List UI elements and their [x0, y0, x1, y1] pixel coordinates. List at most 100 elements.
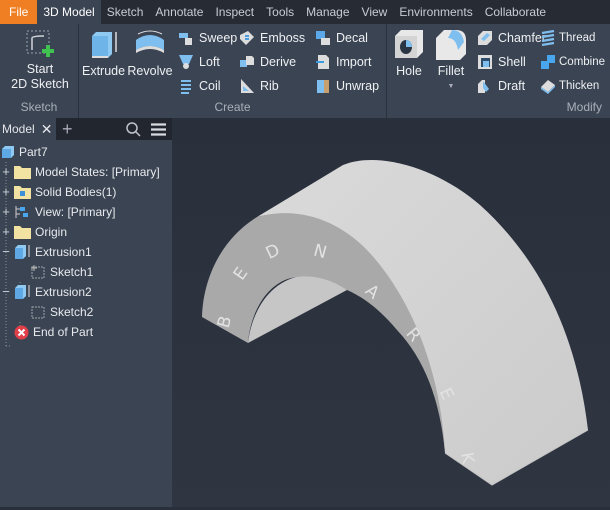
tab-annotate[interactable]: Annotate [149, 0, 209, 24]
tab-file[interactable]: File [0, 0, 38, 24]
tree-item-sketch1[interactable]: Sketch1 [30, 262, 93, 282]
import-label: Import [336, 55, 372, 69]
rib-label: Rib [260, 79, 279, 93]
expand-icon[interactable]: + [2, 204, 10, 219]
draft-button[interactable]: Draft [477, 75, 525, 97]
hole-button[interactable]: Hole [391, 28, 427, 79]
tab-view[interactable]: View [356, 0, 394, 24]
sketch-panel: Start 2D Sketch Sketch [0, 24, 79, 118]
modify-panel-label: Modify [566, 100, 602, 114]
part-model[interactable]: BED NAREK [172, 118, 610, 507]
revolve-button[interactable]: Revolve [127, 28, 173, 79]
tab-inspect[interactable]: Inspect [209, 0, 260, 24]
tree-item-origin[interactable]: Origin [14, 222, 67, 242]
coil-button[interactable]: Coil [178, 75, 221, 97]
import-button[interactable]: Import [315, 51, 371, 73]
collapse-icon[interactable]: − [2, 244, 10, 259]
chamfer-button[interactable]: Chamfer [477, 27, 546, 49]
model-browser: Model ✕ + Part7 + Model States: [Primary]… [0, 118, 172, 507]
sketch-panel-label: Sketch [20, 100, 58, 114]
start-2d-sketch-button[interactable]: Start 2D Sketch [6, 28, 74, 92]
3d-viewport[interactable]: BEDNAREK [172, 118, 610, 507]
tree-label: View: [Primary] [35, 205, 116, 219]
chamfer-icon [478, 31, 492, 45]
unwrap-icon [317, 80, 329, 93]
create-panel: Extrude Revolve Sweep Loft Coil Emboss D… [79, 24, 387, 118]
chamfer-label: Chamfer [498, 31, 546, 45]
ribbon-tabs: File 3D Model Sketch Annotate Inspect To… [0, 0, 610, 24]
combine-icon [541, 55, 555, 69]
tab-environments[interactable]: Environments [393, 0, 478, 24]
tree-item-solid-bodies[interactable]: Solid Bodies(1) [14, 182, 116, 202]
rib-icon [241, 79, 254, 93]
shell-label: Shell [498, 55, 526, 69]
folder-icon [14, 226, 31, 239]
tree-item-end-of-part[interactable]: End of Part [14, 322, 93, 342]
expand-icon[interactable]: + [2, 184, 10, 199]
tree-label: Model States: [Primary] [35, 165, 160, 179]
menu-icon[interactable] [151, 123, 166, 136]
tree-item-extrusion2[interactable]: Extrusion2 [14, 282, 92, 302]
sketch-plus-icon [26, 30, 54, 57]
loft-label: Loft [199, 55, 220, 69]
solid-bodies-folder-icon [14, 186, 31, 199]
ribbon: Start 2D Sketch Sketch Extrude Revolve S… [0, 24, 610, 118]
tree-item-part7[interactable]: Part7 [1, 142, 48, 162]
expand-icon[interactable]: + [2, 224, 10, 239]
modify-panel: Hole Fillet ▼ Chamfer Shell Draft Thread… [387, 24, 610, 118]
decal-label: Decal [336, 31, 368, 45]
rib-button[interactable]: Rib [239, 75, 279, 97]
revolve-icon [136, 30, 164, 53]
end-of-part-icon [14, 325, 29, 339]
tree-item-extrusion1[interactable]: Extrusion1 [14, 242, 92, 262]
emboss-button[interactable]: Emboss [239, 27, 305, 49]
combine-button[interactable]: Combine [540, 51, 605, 73]
tree-label: Sketch2 [50, 305, 94, 319]
decal-icon [316, 31, 330, 45]
search-icon[interactable] [126, 122, 141, 137]
part-icon [2, 146, 14, 158]
fillet-dropdown-icon[interactable]: ▼ [431, 79, 471, 94]
tree-item-model-states[interactable]: Model States: [Primary] [14, 162, 160, 182]
browser-tab-model[interactable]: Model ✕ [0, 118, 56, 140]
tree-label: Origin [35, 225, 68, 239]
derive-label: Derive [260, 55, 297, 69]
shell-icon [478, 55, 492, 69]
create-panel-label: Create [214, 100, 251, 114]
add-tab-icon[interactable]: + [62, 119, 73, 140]
derive-button[interactable]: Derive [239, 51, 296, 73]
tree-item-view[interactable]: View: [Primary] [14, 202, 115, 222]
tab-manage[interactable]: Manage [300, 0, 355, 24]
tab-sketch[interactable]: Sketch [101, 0, 150, 24]
sweep-icon [179, 33, 192, 45]
fillet-button[interactable]: Fillet ▼ [431, 28, 471, 94]
expand-icon[interactable]: + [2, 164, 10, 179]
loft-button[interactable]: Loft [178, 51, 220, 73]
thread-button[interactable]: Thread [540, 27, 595, 49]
decal-button[interactable]: Decal [315, 27, 368, 49]
close-icon[interactable]: ✕ [41, 121, 53, 138]
emboss-icon [240, 31, 254, 45]
sweep-button[interactable]: Sweep [178, 27, 237, 49]
sketch-icon [31, 306, 45, 319]
tab-collaborate[interactable]: Collaborate [479, 0, 552, 24]
model-tab-label: Model [2, 122, 35, 136]
extrude-button[interactable]: Extrude [82, 28, 126, 79]
tree-item-sketch2[interactable]: Sketch2 [30, 302, 93, 322]
coil-label: Coil [199, 79, 221, 93]
tab-3d-model[interactable]: 3D Model [37, 0, 101, 24]
thicken-icon [541, 80, 555, 94]
model-top-face [257, 159, 588, 485]
emboss-label: Emboss [260, 31, 306, 45]
combine-label: Combine [559, 56, 606, 68]
coil-icon [181, 80, 191, 94]
tab-tools[interactable]: Tools [260, 0, 300, 24]
shell-button[interactable]: Shell [477, 51, 526, 73]
collapse-icon[interactable]: − [2, 284, 10, 299]
loft-icon [179, 55, 193, 69]
thicken-button[interactable]: Thicken [540, 75, 599, 97]
unwrap-button[interactable]: Unwrap [315, 75, 379, 97]
extrude-label: Extrude [82, 64, 126, 78]
tree-label: Part7 [19, 145, 48, 159]
thicken-label: Thicken [559, 80, 600, 92]
